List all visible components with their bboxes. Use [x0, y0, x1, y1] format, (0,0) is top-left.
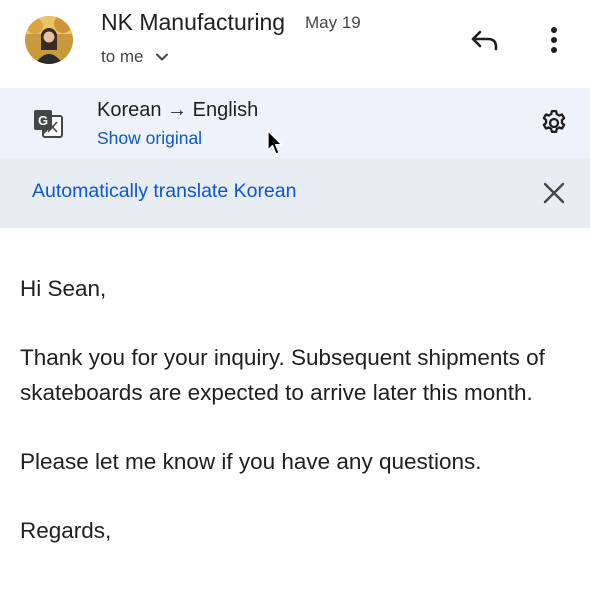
translation-settings-button[interactable] [536, 105, 572, 141]
avatar[interactable] [25, 16, 73, 64]
reply-button[interactable] [466, 24, 502, 56]
close-icon [543, 182, 565, 204]
message-paragraph: Thank you for your inquiry. Subsequent s… [20, 345, 545, 405]
email-header: NK Manufacturing May 19 to me [0, 0, 590, 88]
message-paragraph: Please let me know if you have any quest… [20, 448, 482, 474]
svg-text:G: G [38, 113, 48, 128]
dismiss-auto-translate-button[interactable] [540, 179, 568, 207]
more-vert-icon [551, 27, 557, 53]
auto-translate-bar: Automatically translate Korean [0, 158, 590, 228]
translate-icon: G [34, 110, 63, 138]
language-pair: Korean → English [97, 99, 259, 121]
recipient-label: to me [101, 47, 144, 66]
translation-bar: G Korean → English Show original [0, 88, 590, 158]
sender-name: NK Manufacturing [101, 9, 286, 35]
reply-icon [471, 30, 498, 51]
auto-translate-link[interactable]: Automatically translate Korean [32, 180, 296, 203]
email-date: May 19 [305, 13, 361, 32]
greeting: Hi Sean, [20, 276, 107, 301]
message-body: Hi Sean, Thank you for your inquiry. Sub… [20, 272, 570, 583]
cursor-icon [267, 130, 283, 155]
gear-icon [542, 110, 566, 133]
closing: Regards, [20, 517, 112, 543]
recipient-toggle[interactable]: to me [101, 47, 170, 67]
more-options-button[interactable] [538, 22, 570, 58]
chevron-down-icon [155, 53, 168, 61]
show-original-link[interactable]: Show original [97, 128, 202, 149]
